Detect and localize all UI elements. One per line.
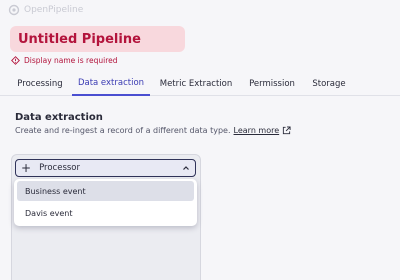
add-processor-button[interactable]: + Processor bbox=[15, 159, 196, 177]
validation-error-text: Display name is required bbox=[24, 55, 118, 65]
processor-dropdown-menu: Business event Davis event bbox=[14, 179, 197, 226]
pipeline-title: Untitled Pipeline bbox=[18, 31, 141, 47]
tab-bar: Processing Data extraction Metric Extrac… bbox=[0, 72, 400, 96]
tab-metric-extraction[interactable]: Metric Extraction bbox=[156, 72, 236, 95]
learn-more-link[interactable]: Learn more bbox=[234, 126, 280, 135]
validation-error: Display name is required bbox=[11, 54, 117, 66]
external-link-icon[interactable] bbox=[282, 126, 291, 135]
menu-item-davis-event[interactable]: Davis event bbox=[17, 203, 194, 223]
menu-item-business-event[interactable]: Business event bbox=[17, 181, 194, 201]
pipeline-title-input[interactable]: Untitled Pipeline bbox=[10, 26, 185, 52]
section-description: Create and re-ingest a record of a diffe… bbox=[15, 126, 291, 135]
chevron-up-icon bbox=[183, 166, 189, 170]
tab-data-extraction[interactable]: Data extraction bbox=[72, 72, 150, 96]
error-diamond-icon bbox=[11, 55, 20, 65]
app-name: OpenPipeline bbox=[24, 5, 84, 15]
app-header: OpenPipeline bbox=[0, 0, 400, 20]
tab-processing[interactable]: Processing bbox=[12, 72, 68, 95]
plus-icon: + bbox=[21, 161, 32, 175]
add-processor-label: Processor bbox=[39, 163, 81, 173]
tab-storage[interactable]: Storage bbox=[308, 72, 350, 95]
openpipeline-logo-icon bbox=[8, 4, 20, 16]
tab-permission[interactable]: Permission bbox=[243, 72, 301, 95]
section-description-text: Create and re-ingest a record of a diffe… bbox=[15, 126, 231, 135]
section-title: Data extraction bbox=[15, 112, 103, 123]
